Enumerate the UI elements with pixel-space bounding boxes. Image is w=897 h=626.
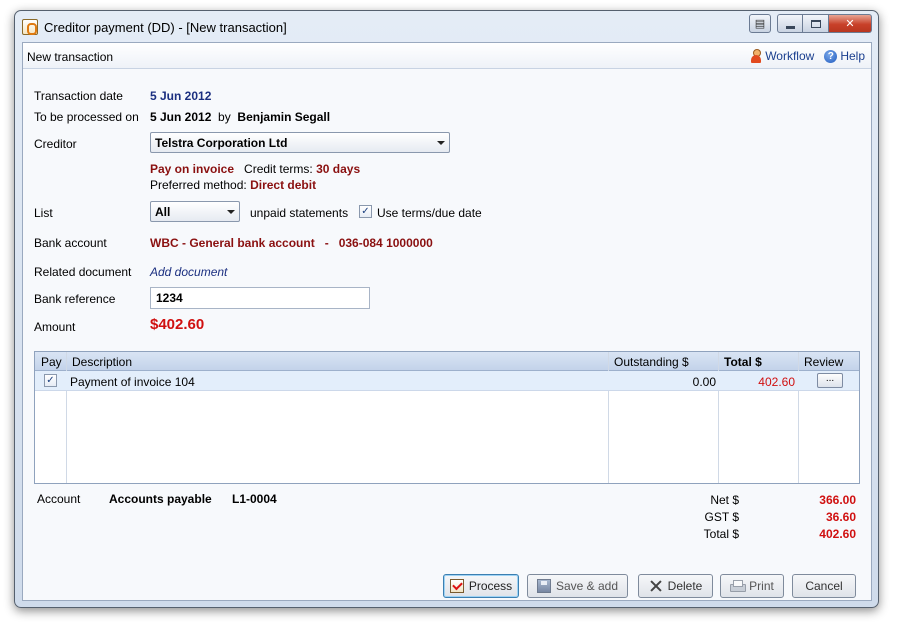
use-terms-label: Use terms/due date bbox=[377, 206, 482, 220]
tasks-links: Workflow ? Help bbox=[750, 49, 865, 63]
client-area: New transaction Workflow ? Help Transact… bbox=[22, 42, 872, 601]
window-controls: ▤ ✕ bbox=[749, 14, 872, 33]
help-link[interactable]: ? Help bbox=[824, 49, 865, 63]
print-button[interactable]: Print bbox=[720, 574, 784, 598]
column-header-review[interactable]: Review bbox=[804, 355, 843, 369]
bank-account-value[interactable]: WBC - General bank account - 036-084 100… bbox=[150, 236, 433, 250]
preferred-method-line: Preferred method: Direct debit bbox=[150, 178, 316, 192]
gst-label: GST $ bbox=[704, 510, 739, 524]
related-document-label: Related document bbox=[34, 265, 132, 279]
help-label: Help bbox=[840, 49, 865, 63]
tasks-bar: New transaction Workflow ? Help bbox=[23, 43, 871, 69]
column-header-outstanding[interactable]: Outstanding $ bbox=[614, 355, 689, 369]
creditor-value: Telstra Corporation Ltd bbox=[155, 136, 288, 150]
process-icon bbox=[449, 579, 464, 593]
list-value: All bbox=[155, 205, 171, 219]
column-header-total[interactable]: Total $ bbox=[724, 355, 762, 369]
list-combo[interactable]: All bbox=[150, 201, 240, 222]
net-label: Net $ bbox=[710, 493, 739, 507]
processed-date-value[interactable]: 5 Jun 2012 bbox=[150, 110, 211, 124]
tasks-title: New transaction bbox=[27, 50, 114, 64]
print-label: Print bbox=[749, 579, 774, 593]
save-icon bbox=[536, 579, 551, 593]
help-icon: ? bbox=[824, 49, 838, 63]
total-label: Total $ bbox=[703, 527, 739, 541]
pay-on-invoice: Pay on invoice bbox=[150, 162, 235, 176]
use-terms-checkbox[interactable]: ✓ bbox=[359, 205, 372, 218]
chevron-down-icon bbox=[227, 210, 235, 214]
creditor-combo[interactable]: Telstra Corporation Ltd bbox=[150, 132, 450, 153]
processed-on-label: To be processed on bbox=[34, 110, 139, 124]
process-label: Process bbox=[468, 579, 513, 593]
column-header-description[interactable]: Description bbox=[72, 355, 132, 369]
creditor-label: Creditor bbox=[34, 137, 77, 151]
save-add-label: Save & add bbox=[555, 579, 619, 593]
window-title: Creditor payment (DD) - [New transaction… bbox=[44, 20, 287, 35]
bank-reference-label: Bank reference bbox=[34, 292, 116, 306]
list-label: List bbox=[34, 206, 53, 220]
total-value: 402.60 bbox=[819, 527, 856, 541]
minimize-button[interactable] bbox=[777, 14, 803, 33]
net-value: 366.00 bbox=[819, 493, 856, 507]
row-description: Payment of invoice 104 bbox=[70, 375, 195, 389]
column-header-pay[interactable]: Pay bbox=[41, 355, 62, 369]
amount-label: Amount bbox=[34, 320, 76, 334]
credit-terms-label: Credit terms: bbox=[244, 162, 313, 176]
account-name: Accounts payable bbox=[109, 492, 212, 506]
close-button[interactable]: ✕ bbox=[829, 14, 872, 33]
creditor-terms-line: Pay on invoice Credit terms: 30 days bbox=[150, 162, 360, 176]
print-icon bbox=[730, 579, 747, 593]
account-label: Account bbox=[37, 492, 81, 506]
close-icon: ✕ bbox=[845, 18, 855, 30]
processed-on-line: 5 Jun 2012 by Benjamin Segall bbox=[150, 110, 330, 124]
transaction-form: Transaction date 5 Jun 2012 To be proces… bbox=[23, 69, 871, 600]
save-add-button[interactable]: Save & add bbox=[527, 574, 628, 598]
delete-button[interactable]: Delete bbox=[638, 574, 713, 598]
maximize-icon bbox=[810, 19, 821, 28]
row-total: 402.60 bbox=[758, 375, 795, 389]
delete-icon bbox=[649, 579, 663, 593]
transaction-date-label: Transaction date bbox=[34, 89, 123, 103]
preferred-method-value: Direct debit bbox=[250, 178, 317, 192]
workflow-link[interactable]: Workflow bbox=[750, 49, 814, 63]
workflow-label: Workflow bbox=[765, 49, 815, 63]
review-button[interactable]: ... bbox=[817, 373, 843, 388]
credit-terms-value: 30 days bbox=[316, 162, 361, 176]
row-outstanding: 0.00 bbox=[692, 375, 716, 389]
workflow-icon bbox=[750, 49, 762, 63]
maximize-button[interactable] bbox=[803, 14, 829, 33]
delete-label: Delete bbox=[667, 579, 703, 593]
title-bar[interactable]: Creditor payment (DD) - [New transaction… bbox=[15, 11, 878, 41]
pay-checkbox[interactable]: ✓ bbox=[44, 374, 57, 387]
cancel-button[interactable]: Cancel bbox=[792, 574, 856, 598]
window-menu-icon: ▤ bbox=[754, 18, 766, 30]
preferred-method-label: Preferred method: bbox=[150, 178, 247, 192]
account-code: L1-0004 bbox=[232, 492, 277, 506]
by-label: by bbox=[218, 110, 231, 124]
app-icon[interactable] bbox=[22, 19, 38, 35]
window-menu-button[interactable]: ▤ bbox=[749, 14, 771, 33]
transactions-grid: Pay Description Outstanding $ Total $ Re… bbox=[34, 351, 860, 484]
transaction-date-value[interactable]: 5 Jun 2012 bbox=[150, 89, 211, 103]
processed-by-value[interactable]: Benjamin Segall bbox=[237, 110, 330, 124]
add-document-link[interactable]: Add document bbox=[150, 265, 227, 279]
bank-account-label: Bank account bbox=[34, 236, 107, 250]
gst-value: 36.60 bbox=[825, 510, 856, 524]
table-row[interactable]: ✓ Payment of invoice 104 0.00 402.60 ... bbox=[35, 371, 859, 391]
bank-reference-input[interactable]: 1234 bbox=[150, 287, 370, 309]
creditor-payment-window: Creditor payment (DD) - [New transaction… bbox=[14, 10, 879, 608]
process-button[interactable]: Process bbox=[443, 574, 519, 598]
minimize-icon bbox=[785, 25, 795, 29]
cancel-label: Cancel bbox=[805, 579, 843, 593]
amount-value: $402.60 bbox=[150, 316, 205, 333]
chevron-down-icon bbox=[437, 141, 445, 145]
unpaid-statements-label: unpaid statements bbox=[250, 206, 349, 220]
grid-header: Pay Description Outstanding $ Total $ Re… bbox=[35, 352, 859, 371]
